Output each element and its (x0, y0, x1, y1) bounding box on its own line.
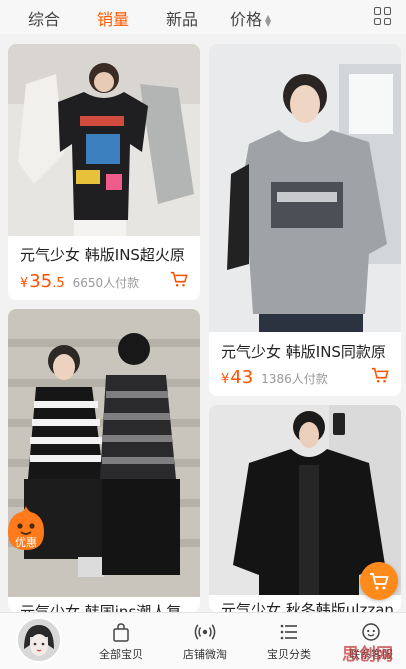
price-integer: 35 (29, 271, 53, 292)
sort-tab-sales[interactable]: 销量 (97, 6, 129, 30)
currency-symbol: ¥ (20, 276, 29, 291)
promo-label: 优惠 (15, 536, 37, 549)
sort-tab-price[interactable]: 价格 ▲ ▼ (230, 6, 271, 30)
product-card-2[interactable]: 元气少女 韩版INS同款原 ¥ 43 1386人付款 (209, 44, 401, 396)
price-integer: 43 (230, 367, 254, 388)
sort-bar: 综合 销量 新品 价格 ▲ ▼ (0, 0, 406, 34)
list-icon (280, 624, 297, 640)
price-decimal: .5 (52, 276, 65, 291)
price-row-1: ¥ 35 .5 6650人付款 (20, 271, 139, 292)
add-to-cart-icon[interactable] (170, 270, 188, 288)
tab-all-items[interactable]: 全部宝贝 (86, 621, 156, 662)
tab-label: 全部宝贝 (99, 648, 143, 661)
avatar-image (18, 619, 60, 661)
sold-count: 1386人付款 (261, 372, 328, 386)
tab-label: 宝贝分类 (267, 648, 311, 661)
shopping-bag-icon (113, 623, 129, 642)
broadcast-icon (194, 624, 216, 640)
sold-count: 6650人付款 (72, 276, 140, 290)
price-row-2: ¥ 43 1386人付款 (221, 367, 328, 388)
sort-arrows-icon: ▲ ▼ (265, 12, 272, 28)
add-to-cart-icon[interactable] (371, 366, 389, 384)
product-image-3 (8, 309, 200, 597)
tab-label: 店铺微淘 (183, 648, 227, 661)
product-title-1: 元气少女 韩版INS超火原 (20, 246, 185, 264)
promo-badge[interactable]: 优惠 (6, 504, 46, 552)
sort-tab-new[interactable]: 新品 (166, 6, 198, 30)
sort-tab-price-label: 价格 (230, 10, 263, 29)
product-card-3[interactable]: 元气少女 韩国ins潮人复 (8, 309, 200, 612)
product-card-1[interactable]: 元气少女 韩版INS超火原 ¥ 35 .5 6650人付款 (8, 44, 200, 300)
product-image-2 (209, 44, 401, 332)
sort-tab-comprehensive[interactable]: 综合 (28, 6, 60, 30)
floating-cart-button[interactable] (360, 562, 398, 600)
product-title-2: 元气少女 韩版INS同款原 (221, 343, 386, 361)
grid-view-icon[interactable] (374, 7, 392, 25)
currency-symbol: ¥ (221, 372, 230, 387)
tab-shop-feed[interactable]: 店铺微淘 (170, 621, 240, 662)
product-title-4: 元气少女 秋冬韩版ulzzan (221, 601, 394, 612)
product-image-1 (8, 44, 200, 236)
tab-item-categories[interactable]: 宝贝分类 (254, 621, 324, 662)
product-title-3: 元气少女 韩国ins潮人复 (20, 603, 182, 612)
shop-avatar[interactable] (16, 617, 62, 663)
cart-icon (370, 573, 389, 590)
watermark-text: 思创网 (342, 645, 393, 665)
